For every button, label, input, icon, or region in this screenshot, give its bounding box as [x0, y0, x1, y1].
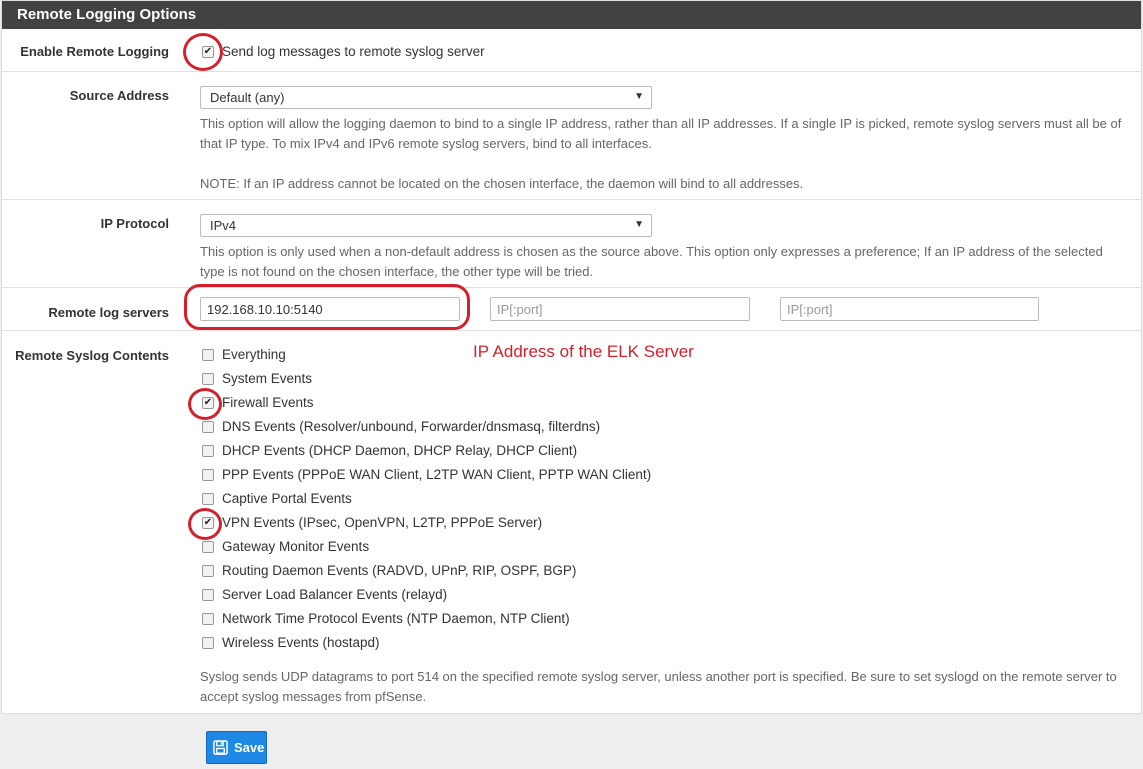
syslog-content-label: Firewall Events — [222, 395, 314, 410]
syslog-content-label: PPP Events (PPPoE WAN Client, L2TP WAN C… — [222, 467, 652, 482]
ip-protocol-label: IP Protocol — [100, 216, 169, 231]
chevron-down-icon: ▼ — [634, 91, 644, 102]
syslog-content-label: VPN Events (IPsec, OpenVPN, L2TP, PPPoE … — [222, 515, 543, 530]
remote-log-servers-label: Remote log servers — [48, 305, 169, 320]
save-label: Save — [234, 740, 265, 755]
remote-log-servers-row: Remote log servers 192.168.10.10:5140 IP… — [2, 288, 1141, 331]
ip-protocol-help: This option is only used when a non-defa… — [200, 244, 1103, 279]
syslog-content-checkbox[interactable] — [202, 637, 214, 649]
source-address-note: NOTE: If an IP address cannot be located… — [200, 176, 804, 191]
syslog-content-checkbox[interactable]: ✔ — [202, 397, 214, 409]
syslog-content-label: System Events — [222, 371, 313, 386]
ip-protocol-row: IP Protocol IPv4 ▼ This option is only u… — [2, 200, 1141, 288]
syslog-content-label: DHCP Events (DHCP Daemon, DHCP Relay, DH… — [222, 443, 578, 458]
syslog-content-label: Network Time Protocol Events (NTP Daemon… — [222, 611, 570, 626]
ip-protocol-select[interactable]: IPv4 ▼ — [200, 214, 652, 237]
enable-remote-logging-text: Send log messages to remote syslog serve… — [222, 44, 485, 59]
remote-log-server-3-input[interactable]: IP[:port] — [780, 297, 1039, 321]
source-address-label: Source Address — [69, 88, 169, 103]
syslog-content-checkbox[interactable]: ✔ — [202, 517, 214, 529]
syslog-content-checkbox[interactable] — [202, 469, 214, 481]
syslog-content-label: Everything — [222, 347, 286, 362]
syslog-content-checkbox[interactable] — [202, 493, 214, 505]
syslog-content-label: Gateway Monitor Events — [222, 539, 370, 554]
remote-syslog-contents-label: Remote Syslog Contents — [15, 348, 169, 363]
syslog-content-checkbox[interactable] — [202, 373, 214, 385]
syslog-content-checkbox[interactable] — [202, 421, 214, 433]
panel-title: Remote Logging Options — [2, 1, 1141, 29]
syslog-content-checkbox[interactable] — [202, 541, 214, 553]
enable-remote-logging-row: Enable Remote Logging ✔ Send log message… — [2, 29, 1141, 72]
save-icon — [213, 740, 228, 755]
syslog-content-label: Wireless Events (hostapd) — [222, 635, 380, 650]
source-address-select[interactable]: Default (any) ▼ — [200, 86, 652, 109]
source-address-row: Source Address Default (any) ▼ This opti… — [2, 72, 1141, 200]
save-button[interactable]: Save — [206, 731, 267, 764]
syslog-content-checkbox[interactable] — [202, 445, 214, 457]
syslog-contents-help: Syslog sends UDP datagrams to port 514 o… — [200, 669, 1117, 704]
annotation-text: IP Address of the ELK Server — [473, 342, 694, 361]
syslog-content-label: Routing Daemon Events (RADVD, UPnP, RIP,… — [222, 563, 577, 578]
remote-log-server-2-input[interactable]: IP[:port] — [490, 297, 750, 321]
syslog-content-checkbox[interactable] — [202, 565, 214, 577]
ip-protocol-value: IPv4 — [210, 218, 237, 233]
chevron-down-icon: ▼ — [634, 219, 644, 230]
remote-syslog-contents-row: Remote Syslog Contents Everything System … — [2, 331, 1141, 714]
enable-remote-logging-label: Enable Remote Logging — [20, 44, 169, 59]
syslog-content-label: Captive Portal Events — [222, 491, 352, 506]
syslog-content-checkbox[interactable] — [202, 613, 214, 625]
syslog-content-label: DNS Events (Resolver/unbound, Forwarder/… — [222, 419, 601, 434]
enable-remote-logging-checkbox[interactable]: ✔ — [202, 46, 214, 58]
syslog-content-checkbox[interactable] — [202, 349, 214, 361]
source-address-value: Default (any) — [210, 90, 285, 105]
source-address-help: This option will allow the logging daemo… — [200, 116, 1122, 151]
remote-log-server-1-input[interactable]: 192.168.10.10:5140 — [200, 297, 460, 321]
syslog-content-label: Server Load Balancer Events (relayd) — [222, 587, 448, 602]
syslog-content-checkbox[interactable] — [202, 589, 214, 601]
